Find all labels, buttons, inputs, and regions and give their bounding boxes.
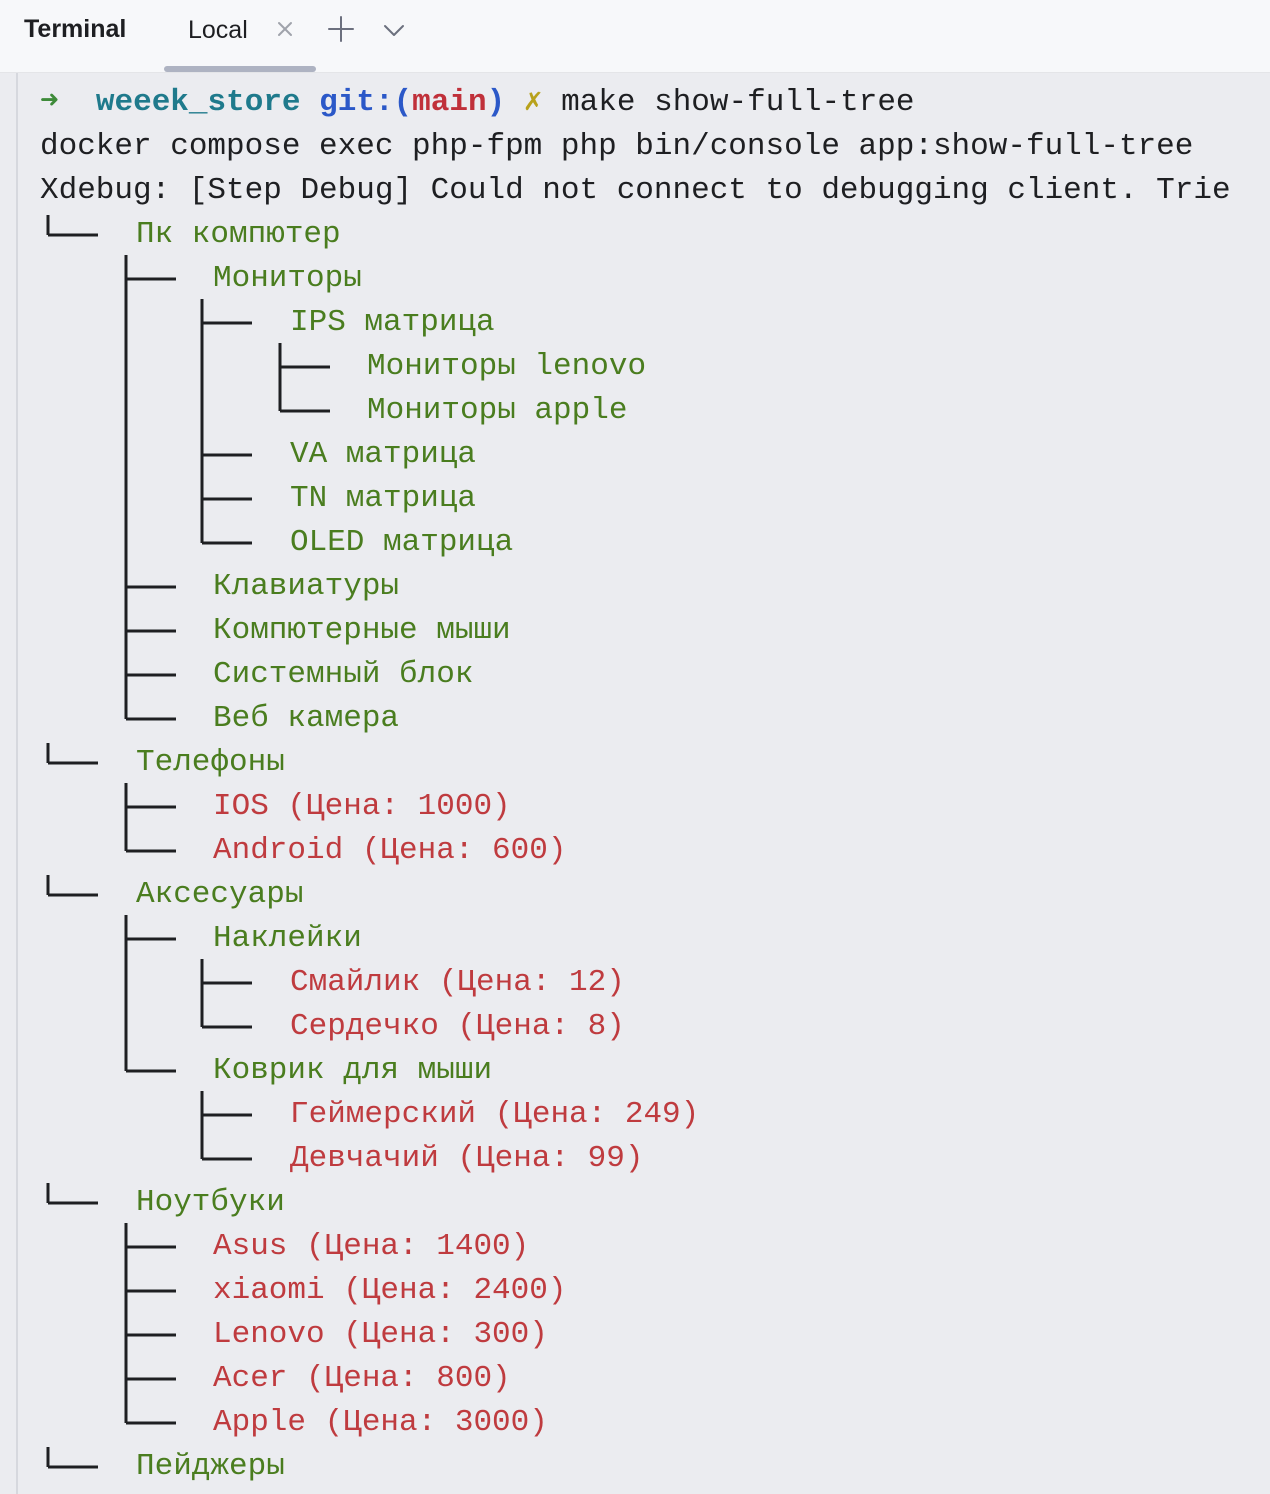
output-docker-line: docker compose exec php-fpm php bin/cons… xyxy=(40,129,1194,164)
tree-category-item: Коврик для мыши xyxy=(213,1053,493,1088)
tree-product-item: Acer (Цена: 800) xyxy=(213,1361,511,1396)
chevron-down-icon[interactable] xyxy=(380,16,408,44)
tree-product-item: Сердечко (Цена: 8) xyxy=(290,1009,625,1044)
terminal-left-border xyxy=(16,73,18,1494)
tree-product-item: IOS (Цена: 1000) xyxy=(213,789,511,824)
tree-category-item: Мониторы apple xyxy=(367,393,628,428)
tree-category-item: Клавиатуры xyxy=(213,569,400,604)
tree-category-item: Наклейки xyxy=(213,921,362,956)
close-icon[interactable] xyxy=(274,18,296,40)
tree-product-item: Смайлик (Цена: 12) xyxy=(290,965,625,1000)
tree-product-item: Android (Цена: 600) xyxy=(213,833,567,868)
terminal-window: Terminal Local ▔▔▔▔▔ ▔ ▔ ▔▔▔▔ ➜ weeek_st… xyxy=(0,0,1270,1494)
prompt-dirty-icon: ✗ xyxy=(523,85,543,120)
tree-product-item: Asus (Цена: 1400) xyxy=(213,1229,530,1264)
tool-window-title: Terminal xyxy=(24,15,127,43)
tree-product-item: Геймерский (Цена: 249) xyxy=(290,1097,700,1132)
output-xdebug-line: Xdebug: [Step Debug] Could not connect t… xyxy=(40,173,1231,208)
tree-category-item: Ноутбуки xyxy=(136,1185,285,1220)
prompt-command: make show-full-tree xyxy=(561,85,915,120)
prompt-git-suffix: ) xyxy=(486,85,506,120)
prompt-branch: main xyxy=(412,85,487,120)
tree-category-item: Мониторы lenovo xyxy=(367,349,647,384)
prompt-directory: weeek_store xyxy=(95,85,301,120)
terminal-output[interactable]: ▔▔▔▔▔ ▔ ▔ ▔▔▔▔ ➜ weeek_store git:(main) … xyxy=(0,73,1270,1494)
tree-product-item: Lenovo (Цена: 300) xyxy=(213,1317,548,1352)
active-tab-indicator xyxy=(164,66,316,72)
tree-category-item: Пейджеры xyxy=(136,1449,285,1484)
tree-category-item: Системный блок xyxy=(213,657,474,692)
tree-product-item: Apple (Цена: 3000) xyxy=(213,1405,548,1440)
tree-category-item: Пк компютер xyxy=(136,217,341,252)
tree-category-item: TN матрица xyxy=(290,481,477,516)
tree-product-item: xiaomi (Цена: 2400) xyxy=(213,1273,567,1308)
tree-category-item: IPS матрица xyxy=(290,305,495,340)
plus-icon[interactable] xyxy=(326,14,356,44)
prompt-git-prefix: git:( xyxy=(319,85,413,120)
tree-category-item: Телефоны xyxy=(136,745,285,780)
tree-category-item: Мониторы xyxy=(213,261,362,296)
prompt-line: ➜ weeek_store git:(main) ✗ make show-ful… xyxy=(40,81,915,125)
tree-category-item: Компютерные мыши xyxy=(213,613,511,648)
tree-product-item: Девчачий (Цена: 99) xyxy=(290,1141,644,1176)
tab-local[interactable]: Local xyxy=(164,0,316,72)
prompt-arrow-icon: ➜ xyxy=(40,85,59,120)
tool-window-header: Terminal Local xyxy=(0,0,1270,73)
tree-category-item: VA матрица xyxy=(290,437,477,472)
tab-label: Local xyxy=(188,16,248,44)
tree-category-item: Веб камера xyxy=(213,701,400,736)
tree-category-item: Аксесуары xyxy=(136,877,304,912)
tree-category-item: OLED матрица xyxy=(290,525,514,560)
